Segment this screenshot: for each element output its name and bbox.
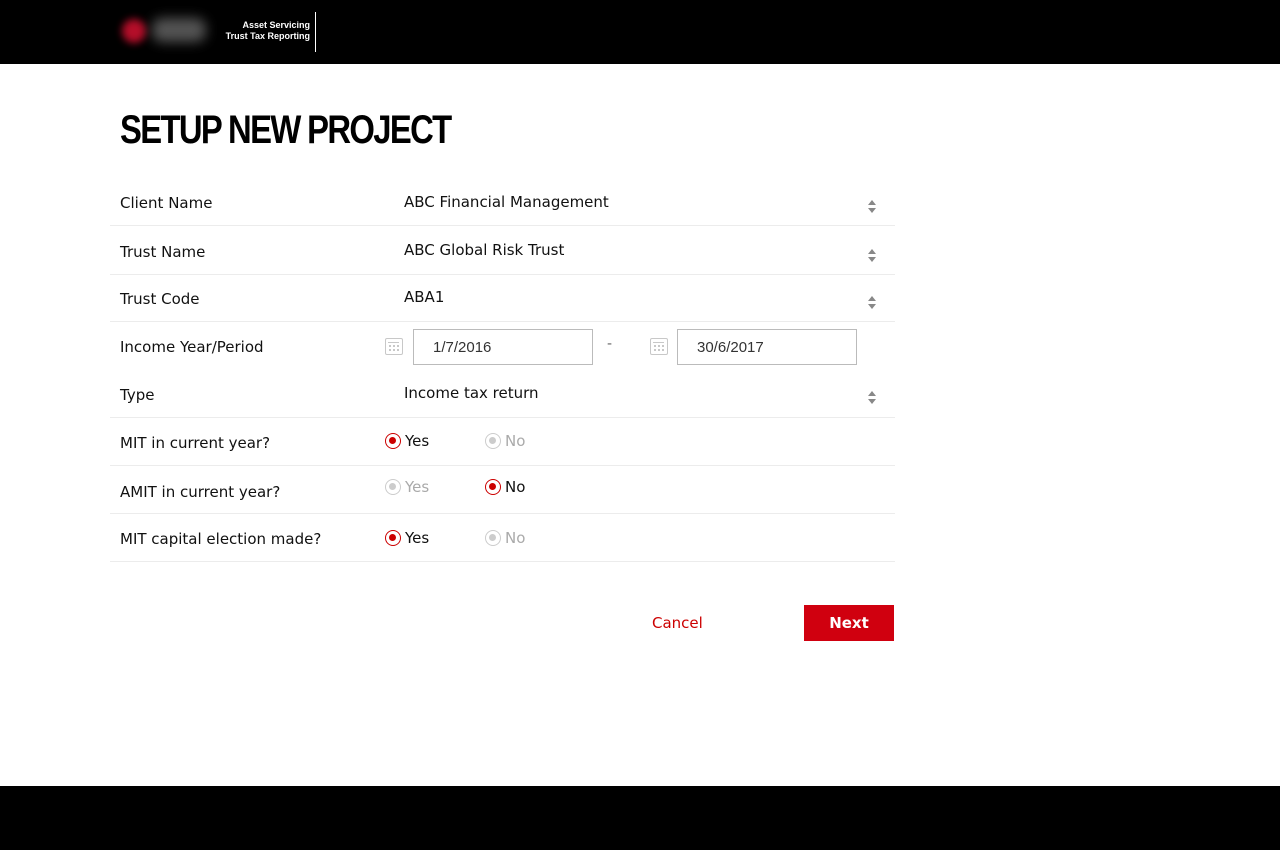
calendar-icon[interactable] (385, 338, 403, 355)
amit-current-yes-radio[interactable]: Yes (385, 478, 429, 496)
mit-current-no-label: No (505, 432, 526, 450)
amit-current-no-label: No (505, 478, 526, 496)
radio-selected-icon (385, 433, 401, 449)
cancel-button[interactable]: Cancel (652, 614, 703, 632)
radio-disabled-icon (485, 530, 501, 546)
mit-current-row: MIT in current year? Yes No (110, 418, 895, 466)
type-select[interactable]: Income tax return (394, 370, 890, 417)
income-period-label: Income Year/Period (120, 338, 264, 356)
type-row: Type Income tax return (110, 370, 895, 418)
radio-disabled-icon (485, 433, 501, 449)
brand-divider (315, 12, 316, 52)
trust-code-row: Trust Code ABA1 (110, 275, 895, 322)
radio-disabled-icon (385, 479, 401, 495)
mit-capital-row: MIT capital election made? Yes No (110, 514, 895, 562)
type-label: Type (120, 386, 155, 404)
mit-current-no-radio[interactable]: No (485, 432, 525, 450)
mit-capital-yes-radio[interactable]: Yes (385, 529, 429, 547)
client-name-label: Client Name (120, 194, 213, 212)
radio-selected-icon (485, 479, 501, 495)
calendar-icon[interactable] (650, 338, 668, 355)
mit-capital-no-radio[interactable]: No (485, 529, 525, 547)
type-value: Income tax return (404, 384, 539, 402)
amit-current-row: AMIT in current year? Yes No (110, 466, 895, 514)
select-arrows-icon (868, 249, 876, 263)
trust-code-select[interactable]: ABA1 (394, 275, 890, 321)
select-arrows-icon (868, 391, 876, 405)
select-arrows-icon (868, 296, 876, 310)
amit-current-no-radio[interactable]: No (485, 478, 525, 496)
client-name-value: ABC Financial Management (404, 193, 609, 211)
mit-capital-yes-label: Yes (405, 529, 430, 547)
brand-line-1: Asset Servicing (242, 20, 310, 30)
logo-star-icon (122, 19, 146, 43)
period-end-input[interactable] (677, 329, 857, 365)
nab-logo[interactable] (120, 14, 210, 48)
period-start-input[interactable] (413, 329, 593, 365)
trust-name-select[interactable]: ABC Global Risk Trust (394, 226, 890, 274)
amit-current-label: AMIT in current year? (120, 483, 281, 501)
setup-form: Client Name ABC Financial Management Tru… (110, 178, 895, 562)
next-button[interactable]: Next (804, 605, 894, 641)
mit-current-yes-radio[interactable]: Yes (385, 432, 429, 450)
page-title: SETUP NEW PROJECT (120, 108, 452, 152)
amit-current-yes-label: Yes (405, 478, 430, 496)
trust-name-value: ABC Global Risk Trust (404, 241, 565, 259)
period-separator: - (607, 336, 613, 352)
client-name-select[interactable]: ABC Financial Management (394, 178, 890, 225)
trust-code-value: ABA1 (404, 288, 445, 306)
mit-capital-label: MIT capital election made? (120, 530, 322, 548)
logo-wordmark (152, 18, 206, 42)
client-name-row: Client Name ABC Financial Management (110, 178, 895, 226)
select-arrows-icon (868, 200, 876, 214)
trust-code-label: Trust Code (120, 290, 200, 308)
top-bar: Asset Servicing Trust Tax Reporting (0, 0, 1280, 64)
trust-name-label: Trust Name (120, 243, 206, 261)
mit-current-yes-label: Yes (405, 432, 430, 450)
brand-line-2: Trust Tax Reporting (225, 31, 310, 41)
radio-selected-icon (385, 530, 401, 546)
mit-capital-no-label: No (505, 529, 526, 547)
mit-current-label: MIT in current year? (120, 434, 271, 452)
trust-name-row: Trust Name ABC Global Risk Trust (110, 226, 895, 275)
brand-text: Asset Servicing Trust Tax Reporting (212, 20, 310, 42)
footer-bar (0, 786, 1280, 850)
